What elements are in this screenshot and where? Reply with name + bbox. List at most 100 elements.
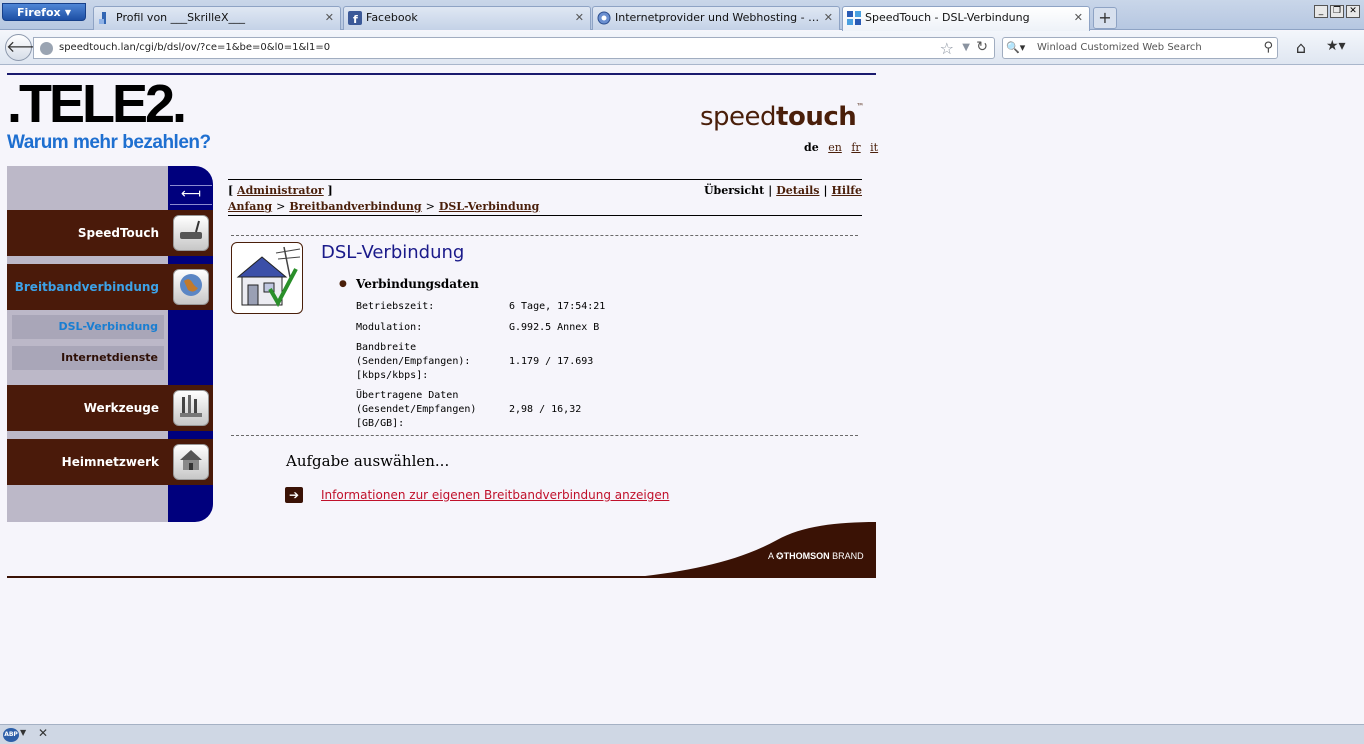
sidebar-subitem-internetdienste[interactable]: Internetdienste [12,346,164,370]
view-overview: Übersicht [703,184,765,197]
svg-text:f: f [353,13,358,25]
row-label-bandbreite: Bandbreite (Senden/Empfangen): [kbps/kbp… [356,342,471,381]
breadcrumb-breitbandverbindung[interactable]: Breitbandverbindung [289,200,421,213]
view-links: Übersicht | Details | Hilfe [704,184,862,197]
tab-facebook[interactable]: f Facebook ✕ [343,6,591,30]
sidebar-subitem-dsl-verbindung[interactable]: DSL-Verbindung [12,315,164,339]
status-bar: ABP ▼ ✕ [0,724,1364,744]
separator: | [823,184,828,197]
footer-rule [7,576,876,578]
chevron-down-icon[interactable]: ▼ [20,728,26,737]
speedtouch-logo-bold: touch [776,102,857,132]
tab-speedtouch[interactable]: SpeedTouch - DSL-Verbindung ✕ [842,6,1090,31]
sidebar-item-werkzeuge[interactable]: Werkzeuge [7,385,213,431]
dashed-divider [231,435,858,436]
sidebar-item-label: Heimnetzwerk [61,455,159,469]
provider-favicon-icon [597,11,611,25]
new-tab-button[interactable]: + [1093,7,1117,29]
speedtouch-favicon-icon [847,11,861,25]
collapse-sidebar-icon[interactable]: ⟻ [170,185,212,205]
back-button[interactable]: 🡐 [5,34,49,61]
close-icon[interactable]: ✕ [824,7,833,29]
close-icon[interactable]: ✕ [38,726,48,740]
sidebar: ⟻ SpeedTouch Breitbandverbindung DSL-Ver… [7,166,213,522]
navigation-toolbar: 🡐 speedtouch.lan/cgi/b/dsl/ov/?ce=1&be=0… [0,31,1364,65]
brand-name: THOMSON [783,551,830,561]
search-bar[interactable]: 🔍▾ Winload Customized Web Search ⚲ [1002,37,1278,59]
tools-icon [173,390,209,426]
sidebar-item-breitbandverbindung[interactable]: Breitbandverbindung [7,264,213,310]
bullet-icon: ● [339,279,347,289]
breadcrumb-anfang[interactable]: Anfang [228,200,272,213]
search-input[interactable]: Winload Customized Web Search [1037,42,1202,53]
tab-provider[interactable]: Internetprovider und Webhosting - Neue..… [592,6,840,30]
search-engine-icon[interactable]: 🔍▾ [1006,41,1032,56]
user-indicator: [ Administrator ] [228,184,333,197]
header-rule-bottom [228,215,862,216]
breadcrumb: Anfang > Breitbandverbindung > DSL-Verbindun… [228,200,539,213]
row-value-betriebszeit: 6 Tage, 17:54:21 [509,301,606,312]
site-identity-icon[interactable] [40,42,53,55]
sidebar-item-label: Werkzeuge [83,401,159,415]
administrator-link[interactable]: Administrator [237,184,324,197]
close-icon[interactable]: ✕ [575,7,584,29]
chevron-down-icon: ▼ [64,8,71,17]
profile-favicon-icon [99,12,106,24]
history-dropdown-icon[interactable]: ▼ [962,42,970,53]
bookmarks-menu-icon[interactable]: ★▾ [1326,38,1360,58]
thomson-brand: A ✪THOMSON BRAND [768,551,864,562]
tab-profile[interactable]: Profil von ___SkrilleX___ ✕ [93,6,341,30]
task-link-broadband-info[interactable]: Informationen zur eigenen Breitbandverbi… [321,488,669,502]
minimize-button[interactable]: _ [1314,5,1328,18]
row-value-modulation: G.992.5 Annex B [509,322,600,333]
reload-icon[interactable]: ↻ [976,39,988,55]
row-value-uebertragene-daten: 2,98 / 16,32 [509,404,582,415]
lang-fr[interactable]: fr [851,141,860,154]
search-icon[interactable]: ⚲ [1263,40,1273,55]
footer-wave [627,522,876,578]
breadcrumb-dsl-verbindung[interactable]: DSL-Verbindung [439,200,540,213]
bookmark-star-icon[interactable]: ☆ [940,39,954,58]
dsl-house-icon [231,242,303,314]
arrow-right-icon[interactable]: ➔ [285,487,303,503]
close-icon[interactable]: ✕ [325,7,334,29]
row-label-modulation: Modulation: [356,322,423,333]
view-details-link[interactable]: Details [776,184,819,197]
row-label-uebertragene-daten: Übertragene Daten (Gesendet/Empfangen) [… [356,390,477,429]
language-selector: de en fr it [804,141,884,154]
home-icon[interactable]: ⌂ [1290,38,1312,58]
sidebar-item-label: Breitbandverbindung [14,280,159,294]
page-title: DSL-Verbindung [321,242,465,263]
tab-bar: Firefox ▼ Profil von ___SkrilleX___ ✕ f … [0,0,1364,31]
tab-title: Facebook [366,11,418,24]
sidebar-item-heimnetzwerk[interactable]: Heimnetzwerk [7,439,213,485]
tab-title: SpeedTouch - DSL-Verbindung [865,11,1030,24]
sidebar-item-speedtouch[interactable]: SpeedTouch [7,210,213,256]
url-text[interactable]: speedtouch.lan/cgi/b/dsl/ov/?ce=1&be=0&l… [59,42,330,53]
window-close-button[interactable]: ✕ [1346,5,1360,18]
bracket-close: ] [323,184,333,197]
tele2-wordmark: .TELE2. [7,74,187,134]
section-title: Verbindungsdaten [356,277,479,291]
row-value-bandbreite: 1.179 / 17.693 [509,356,594,367]
speedtouch-logo-light: speed [700,102,777,132]
router-icon [173,215,209,251]
close-icon[interactable]: ✕ [1074,7,1083,29]
lang-de: de [804,141,819,154]
help-link[interactable]: Hilfe [832,184,862,197]
tab-title: Internetprovider und Webhosting - Neue..… [615,11,821,24]
firefox-menu-button[interactable]: Firefox ▼ [2,3,86,21]
brand-prefix: A [768,551,774,561]
adblock-icon[interactable]: ABP [3,728,19,742]
lang-en[interactable]: en [828,141,842,154]
task-heading: Aufgabe auswählen... [286,452,450,470]
firefox-menu-label: Firefox [17,6,61,19]
restore-button[interactable]: ❐ [1330,5,1344,18]
bracket-open: [ [228,184,238,197]
lang-it[interactable]: it [870,141,878,154]
breadcrumb-separator: > [425,200,435,213]
brand-suffix: BRAND [832,551,864,561]
url-bar[interactable]: speedtouch.lan/cgi/b/dsl/ov/?ce=1&be=0&l… [33,37,995,59]
header-rule-top [228,179,862,180]
globe-icon [173,269,209,305]
